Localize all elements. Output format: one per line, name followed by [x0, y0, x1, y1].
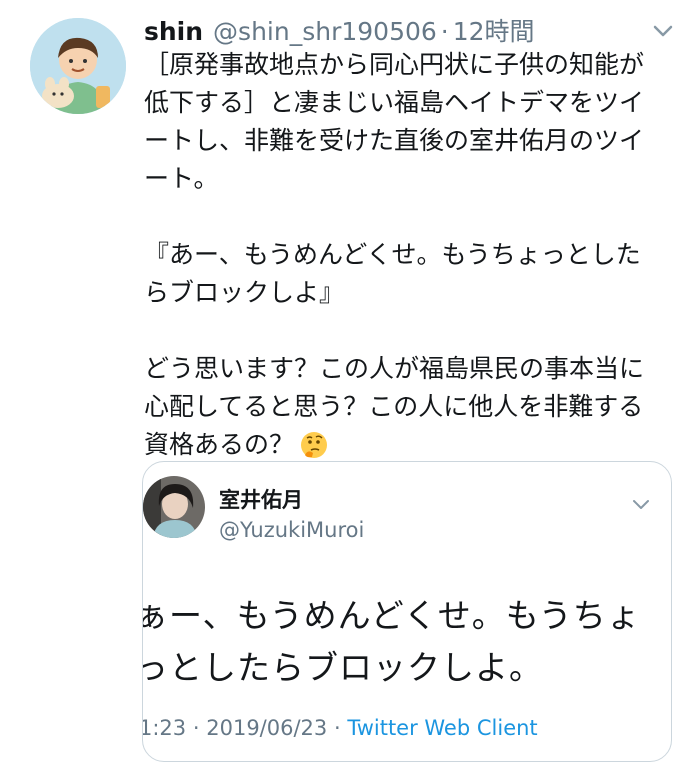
quoted-date: 2019/06/23	[206, 716, 328, 740]
quoted-time: 1:23	[142, 716, 187, 740]
thinking-face-icon	[301, 432, 328, 458]
tweet[interactable]: shin @shin_shr190506 · 12時間 ［原発事故地点から同心円…	[0, 0, 700, 771]
quoted-tweet[interactable]: 室井佑月 @YuzukiMuroi ぁー、もうめんどくせ。もうちょ っとしたらブ…	[142, 461, 672, 762]
separator: ·	[333, 716, 341, 740]
user-handle[interactable]: @shin_shr190506	[213, 17, 437, 46]
tweet-paragraph-last: どう思います？この人が福島県民の事本当に 心配してると思う？この人に他人を非難す…	[144, 350, 674, 464]
quoted-avatar-photo	[143, 476, 205, 538]
tweet-paragraph: 『あー、もうめんどくせ。もうちょっとした らブロックしよ』	[144, 240, 641, 307]
separator: ·	[192, 716, 200, 740]
tweet-body: ［原発事故地点から同心円状に子供の知能が 低下する］と凄まじい福島ヘイトデマをツ…	[144, 46, 674, 464]
timestamp[interactable]: 12時間	[453, 12, 535, 48]
avatar[interactable]	[30, 18, 126, 114]
quoted-user-handle[interactable]: @YuzukiMuroi	[219, 518, 364, 542]
separator: ·	[440, 17, 449, 46]
chevron-down-icon[interactable]	[629, 492, 653, 516]
avatar-illustration	[30, 18, 126, 114]
quoted-user-name[interactable]: 室井佑月	[219, 484, 303, 514]
tweet-paragraph-text: どう思います？この人が福島県民の事本当に 心配してると思う？この人に他人を非難す…	[144, 354, 645, 459]
user-name[interactable]: shin	[144, 17, 203, 46]
quoted-tweet-text: ぁー、もうめんどくせ。もうちょ っとしたらブロックしよ。	[142, 596, 641, 687]
quoted-client-link[interactable]: Twitter Web Client	[347, 716, 537, 740]
quoted-tweet-meta: 1:23 · 2019/06/23 · Twitter Web Client	[142, 716, 538, 740]
tweet-paragraph: ［原発事故地点から同心円状に子供の知能が 低下する］と凄まじい福島ヘイトデマをツ…	[144, 50, 645, 193]
quoted-avatar[interactable]	[143, 476, 205, 538]
chevron-down-icon[interactable]	[648, 16, 678, 46]
